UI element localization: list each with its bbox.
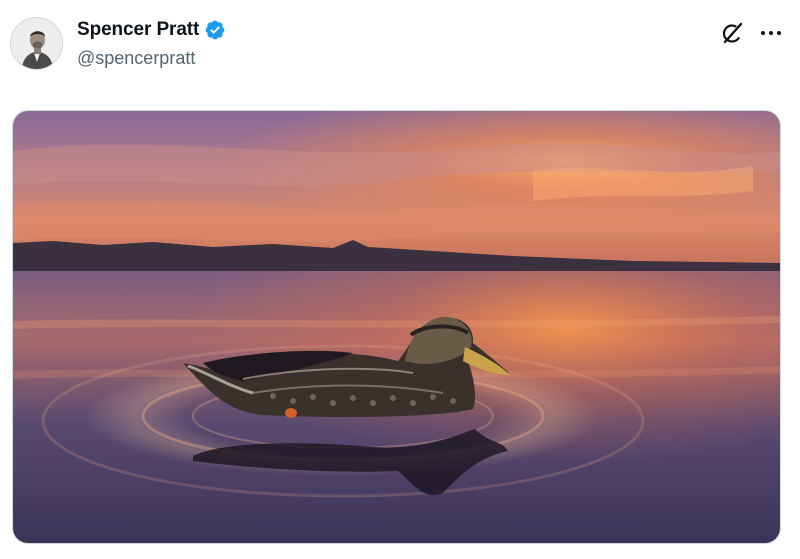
grok-icon[interactable] [720, 20, 746, 46]
more-options-icon[interactable] [756, 20, 786, 46]
tweet-header: Spencer Pratt @spencerpratt [0, 0, 800, 100]
author-display-name[interactable]: Spencer Pratt [77, 19, 199, 41]
tweet-media-photo[interactable] [12, 110, 781, 544]
author-handle[interactable]: @spencerpratt [77, 48, 195, 69]
duck-sunset-image [13, 111, 780, 543]
verified-badge-icon [205, 20, 225, 40]
author-name-row[interactable]: Spencer Pratt [77, 19, 226, 41]
avatar-photo [11, 18, 62, 69]
author-avatar[interactable] [10, 17, 63, 70]
